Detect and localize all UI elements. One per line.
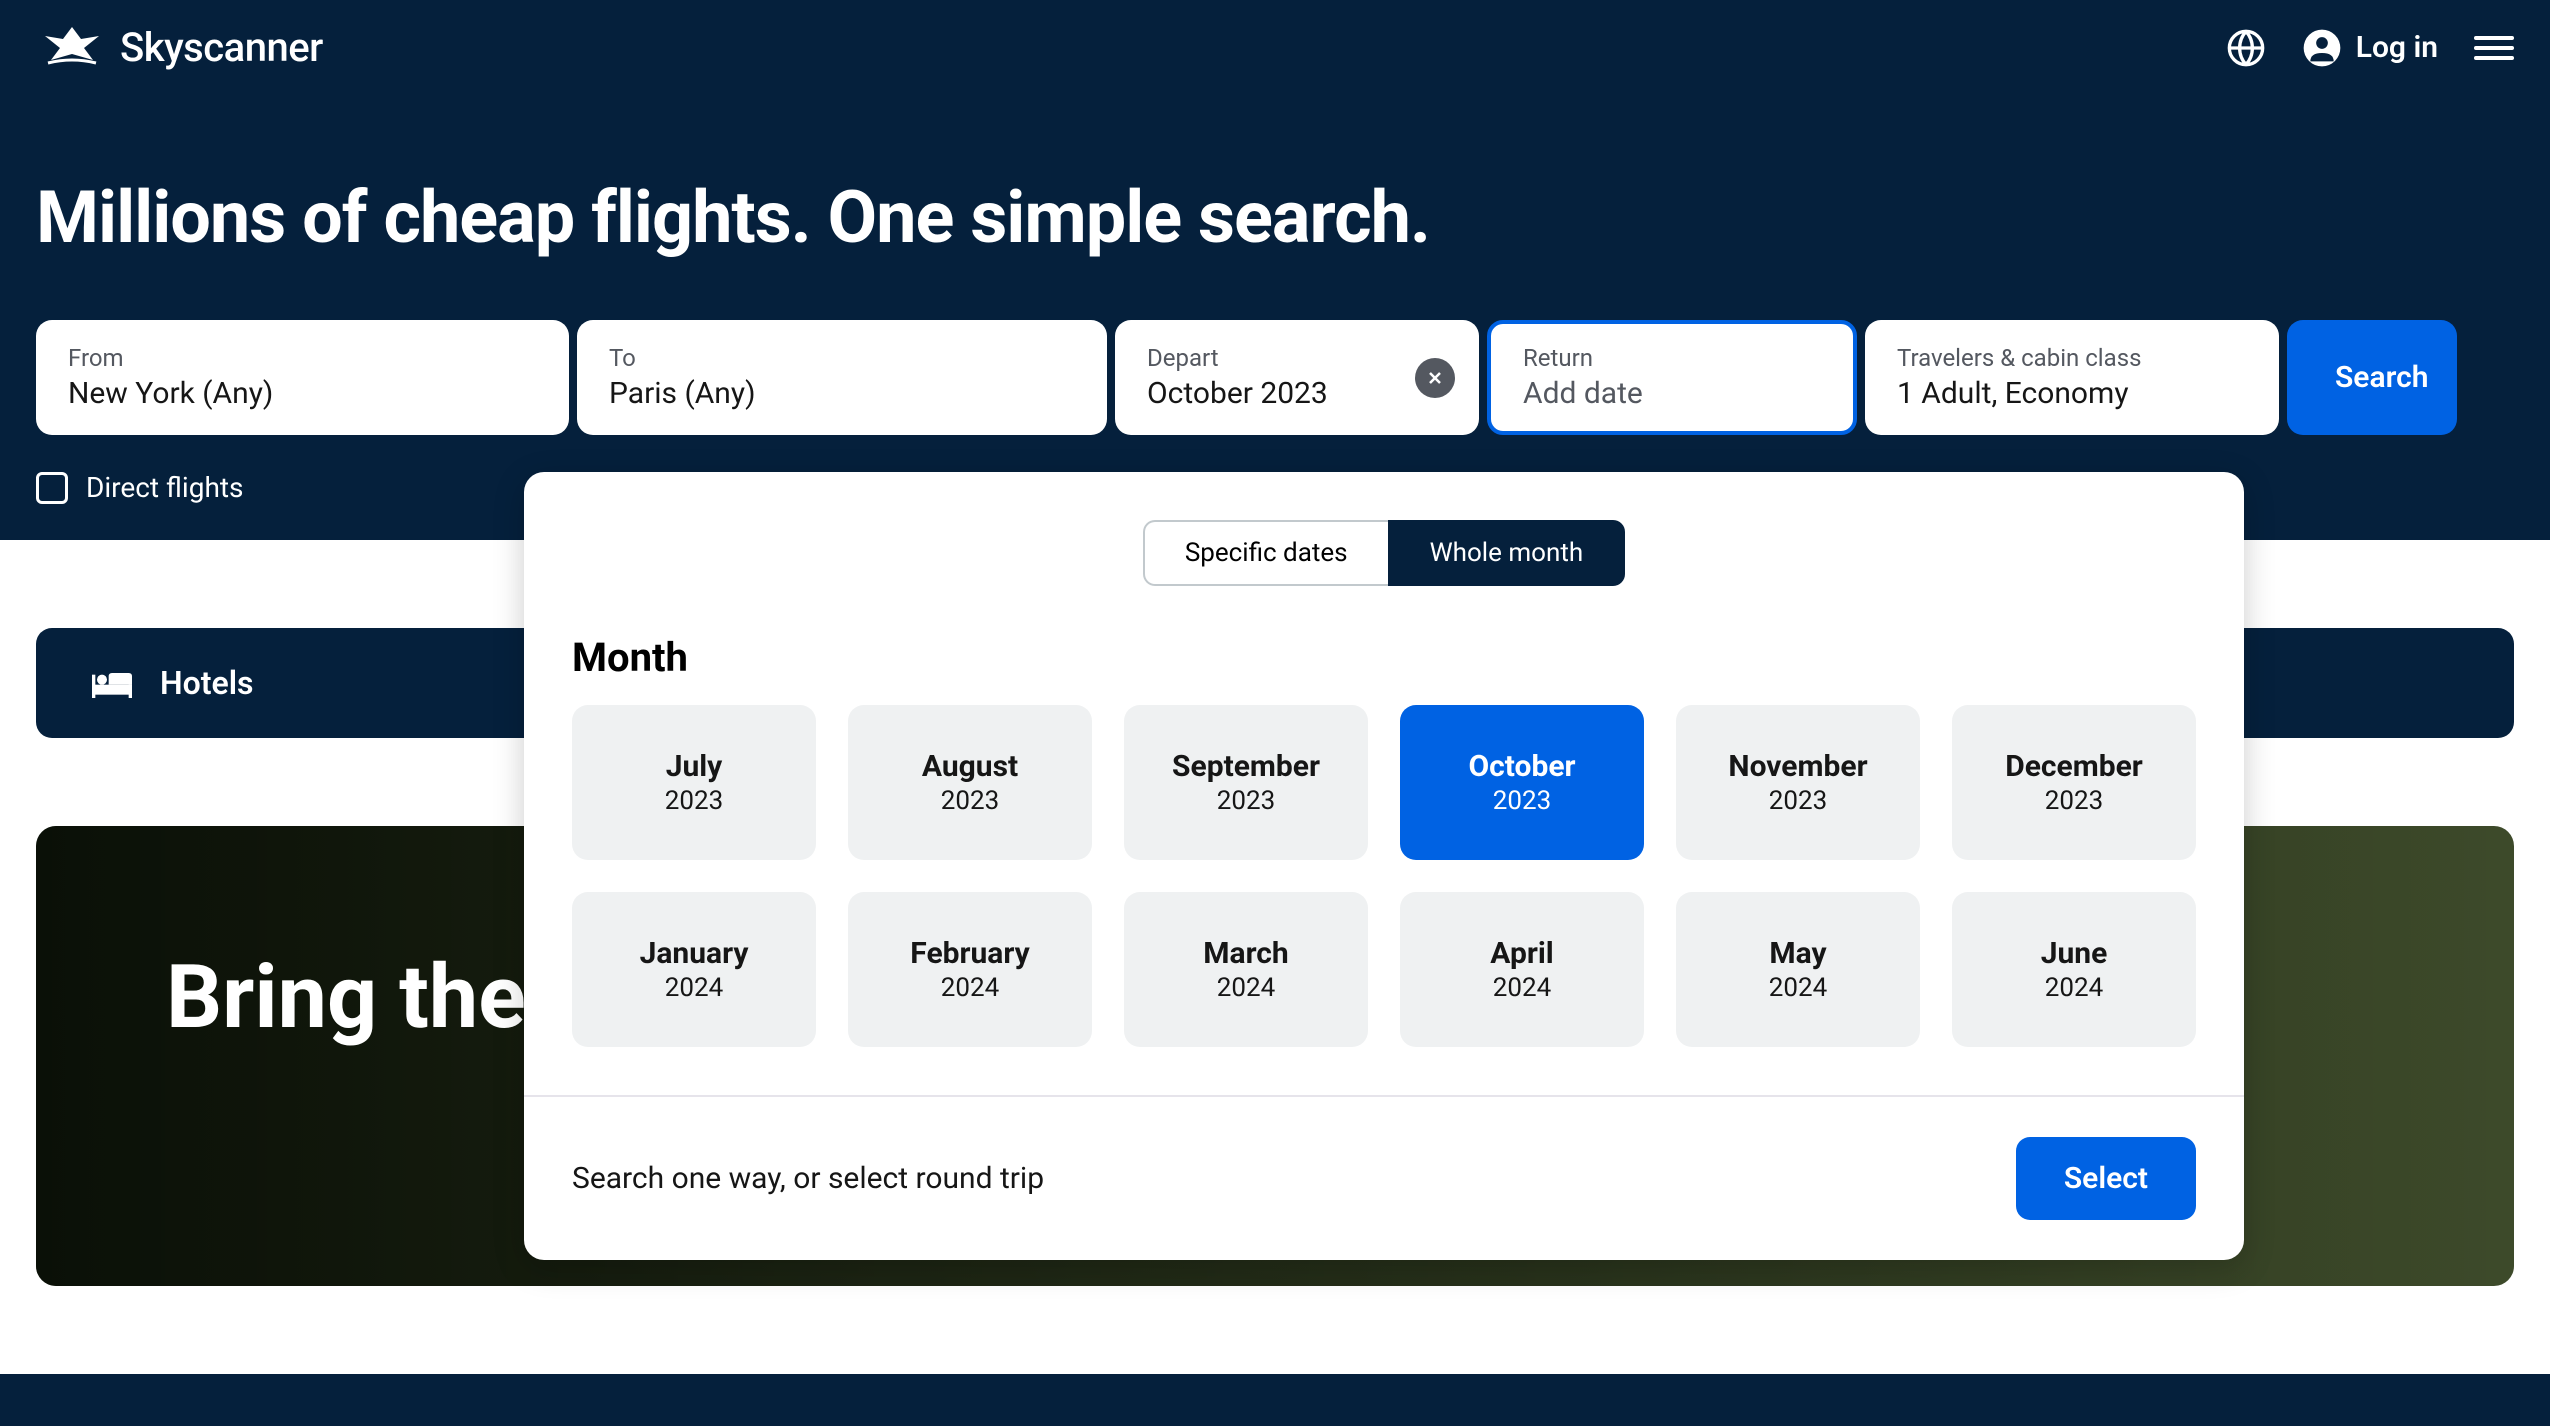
depart-value: October 2023 — [1147, 376, 1447, 411]
month-year: 2023 — [592, 786, 796, 816]
clear-depart-button[interactable] — [1415, 358, 1455, 398]
month-year: 2023 — [868, 786, 1072, 816]
month-option-june-2024[interactable]: June2024 — [1952, 892, 2196, 1047]
month-year: 2024 — [592, 973, 796, 1003]
from-value: New York (Any) — [68, 376, 537, 411]
month-option-december-2023[interactable]: December2023 — [1952, 705, 2196, 860]
month-option-september-2023[interactable]: September2023 — [1124, 705, 1368, 860]
month-name: March — [1144, 936, 1348, 971]
month-option-may-2024[interactable]: May2024 — [1676, 892, 1920, 1047]
datepicker-footer: Search one way, or select round trip Sel… — [524, 1095, 2244, 1260]
return-placeholder: Add date — [1523, 376, 1821, 411]
month-year: 2023 — [1696, 786, 1900, 816]
hamburger-line — [2474, 36, 2514, 40]
to-label: To — [609, 344, 1075, 372]
depart-label: Depart — [1147, 344, 1447, 372]
month-year: 2023 — [1144, 786, 1348, 816]
month-year: 2024 — [868, 973, 1072, 1003]
hero-title: Millions of cheap flights. One simple se… — [0, 95, 2550, 320]
login-label: Log in — [2356, 30, 2438, 65]
month-section-label: Month — [572, 634, 2196, 681]
menu-button[interactable] — [2474, 36, 2514, 60]
month-name: January — [592, 936, 796, 971]
month-year: 2024 — [1144, 973, 1348, 1003]
month-option-october-2023[interactable]: October2023 — [1400, 705, 1644, 860]
direct-flights-label: Direct flights — [86, 471, 244, 504]
month-year: 2023 — [1420, 786, 1624, 816]
month-name: April — [1420, 936, 1624, 971]
logo[interactable]: Skyscanner — [36, 24, 323, 71]
from-label: From — [68, 344, 537, 372]
month-name: August — [868, 749, 1072, 784]
logo-text: Skyscanner — [120, 24, 323, 71]
month-name: September — [1144, 749, 1348, 784]
month-name: November — [1696, 749, 1900, 784]
travelers-value: 1 Adult, Economy — [1897, 376, 2247, 411]
travelers-input[interactable]: Travelers & cabin class 1 Adult, Economy — [1865, 320, 2279, 435]
month-name: February — [868, 936, 1072, 971]
datepicker-popup: Specific dates Whole month Month July202… — [524, 472, 2244, 1260]
travelers-label: Travelers & cabin class — [1897, 344, 2247, 372]
month-year: 2023 — [1972, 786, 2176, 816]
month-name: June — [1972, 936, 2176, 971]
globe-icon[interactable] — [2226, 28, 2266, 68]
direct-flights-checkbox[interactable] — [36, 472, 68, 504]
bed-icon — [92, 667, 132, 699]
month-year: 2024 — [1696, 973, 1900, 1003]
month-name: July — [592, 749, 796, 784]
tab-specific-dates[interactable]: Specific dates — [1143, 520, 1388, 586]
header-right: Log in — [2226, 28, 2514, 68]
hotels-label: Hotels — [160, 664, 254, 702]
month-option-april-2024[interactable]: April2024 — [1400, 892, 1644, 1047]
month-option-november-2023[interactable]: November2023 — [1676, 705, 1920, 860]
hamburger-line — [2474, 56, 2514, 60]
search-button[interactable]: Search — [2287, 320, 2457, 435]
date-tabs: Specific dates Whole month — [524, 472, 2244, 610]
close-icon — [1425, 368, 1445, 388]
depart-input[interactable]: Depart October 2023 — [1115, 320, 1479, 435]
month-grid: July2023August2023September2023October20… — [572, 705, 2196, 1047]
month-option-january-2024[interactable]: January2024 — [572, 892, 816, 1047]
month-year: 2024 — [1420, 973, 1624, 1003]
search-form: From New York (Any) To Paris (Any) Depar… — [0, 320, 2550, 435]
month-option-march-2024[interactable]: March2024 — [1124, 892, 1368, 1047]
to-value: Paris (Any) — [609, 376, 1075, 411]
return-label: Return — [1523, 344, 1821, 372]
header: Skyscanner Log in — [0, 0, 2550, 95]
footer-text: Search one way, or select round trip — [572, 1161, 1044, 1196]
skyscanner-icon — [36, 27, 108, 69]
return-input[interactable]: Return Add date — [1487, 320, 1857, 435]
hamburger-line — [2474, 46, 2514, 50]
to-input[interactable]: To Paris (Any) — [577, 320, 1107, 435]
month-option-july-2023[interactable]: July2023 — [572, 705, 816, 860]
month-name: October — [1420, 749, 1624, 784]
month-name: May — [1696, 936, 1900, 971]
month-name: December — [1972, 749, 2176, 784]
month-section: Month July2023August2023September2023Oct… — [524, 610, 2244, 1095]
login-button[interactable]: Log in — [2302, 28, 2438, 68]
month-option-august-2023[interactable]: August2023 — [848, 705, 1092, 860]
month-year: 2024 — [1972, 973, 2176, 1003]
tab-whole-month[interactable]: Whole month — [1388, 520, 1626, 586]
month-option-february-2024[interactable]: February2024 — [848, 892, 1092, 1047]
select-button[interactable]: Select — [2016, 1137, 2196, 1220]
user-icon — [2302, 28, 2342, 68]
from-input[interactable]: From New York (Any) — [36, 320, 569, 435]
